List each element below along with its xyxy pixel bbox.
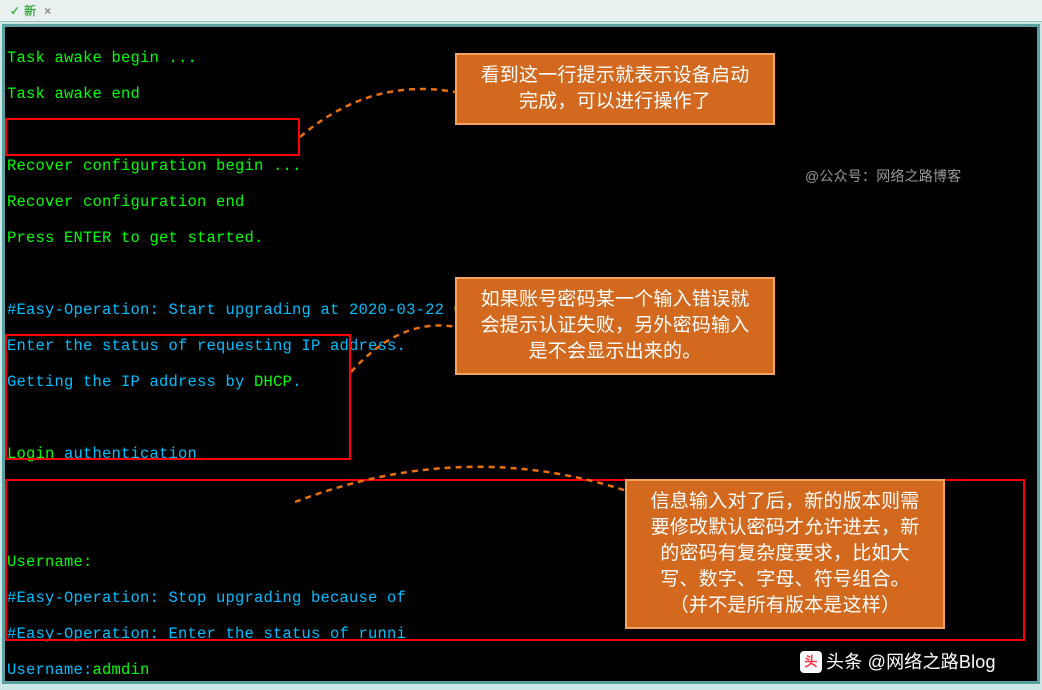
watermark-wechat: @公众号：网络之路博客 xyxy=(805,167,961,185)
terminal-output[interactable]: Task awake begin ... Task awake end Reco… xyxy=(5,27,1037,681)
term-line: Getting the IP address by DHCP. xyxy=(7,373,1035,391)
watermark-toutiao: 头 头条 @网络之路Blog xyxy=(800,651,996,673)
callout-3: 信息输入对了后，新的版本则需 要修改默认密码才允许进去，新 的密码有复杂度要求，… xyxy=(625,479,945,629)
toutiao-icon: 头 xyxy=(800,651,822,673)
tab-bar: ✓ 新 × xyxy=(0,0,1042,22)
watermark-toutiao-text: 头条 @网络之路Blog xyxy=(826,653,996,671)
term-line: Press ENTER to get started. xyxy=(7,229,1035,247)
term-line: Recover configuration end xyxy=(7,193,1035,211)
callout-2: 如果账号密码某一个输入错误就 会提示认证失败，另外密码输入 是不会显示出来的。 xyxy=(455,277,775,375)
tab-close-icon[interactable]: × xyxy=(44,4,51,18)
tab-check-icon: ✓ xyxy=(10,4,20,18)
tab-new[interactable]: ✓ 新 × xyxy=(6,2,55,19)
terminal-frame: Task awake begin ... Task awake end Reco… xyxy=(2,24,1040,684)
term-line: Login authentication xyxy=(7,445,1035,463)
tab-label: 新 xyxy=(24,2,36,19)
callout-1: 看到这一行提示就表示设备启动 完成，可以进行操作了 xyxy=(455,53,775,125)
term-blank xyxy=(7,409,1035,427)
